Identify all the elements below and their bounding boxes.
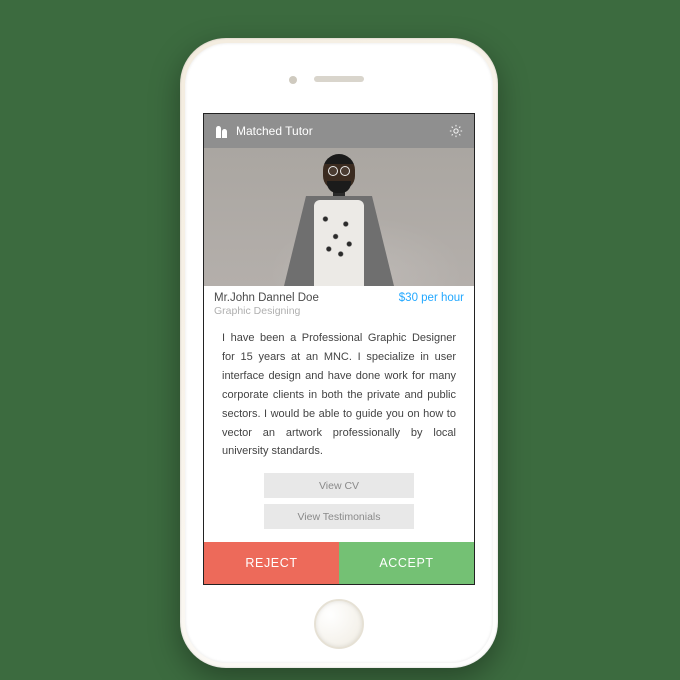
front-camera [289, 76, 297, 84]
settings-icon[interactable] [448, 123, 464, 139]
app-header: Matched Tutor [204, 114, 474, 148]
tutor-photo [204, 148, 474, 286]
app-logo-icon [214, 124, 228, 138]
phone-frame: Matched Tutor [180, 38, 498, 668]
primary-action-bar: REJECT ACCEPT [204, 542, 474, 584]
secondary-actions: View CV View Testimonials [204, 469, 474, 539]
tutor-name: Mr.John Dannel Doe [214, 292, 399, 304]
tutor-info-bar: Mr.John Dannel Doe Graphic Designing $30… [204, 286, 474, 319]
app-screen: Matched Tutor [203, 113, 475, 585]
person-illustration [284, 154, 394, 286]
reject-button[interactable]: REJECT [204, 542, 339, 584]
tutor-bio: I have been a Professional Graphic Desig… [204, 319, 474, 469]
view-testimonials-button[interactable]: View Testimonials [264, 504, 414, 529]
phone-body: Matched Tutor [185, 43, 493, 663]
tutor-rate: $30 per hour [399, 292, 464, 304]
tutor-role: Graphic Designing [214, 305, 399, 317]
page-title: Matched Tutor [236, 124, 448, 138]
home-button[interactable] [314, 599, 364, 649]
view-cv-button[interactable]: View CV [264, 473, 414, 498]
accept-button[interactable]: ACCEPT [339, 542, 474, 584]
earpiece [314, 76, 364, 82]
